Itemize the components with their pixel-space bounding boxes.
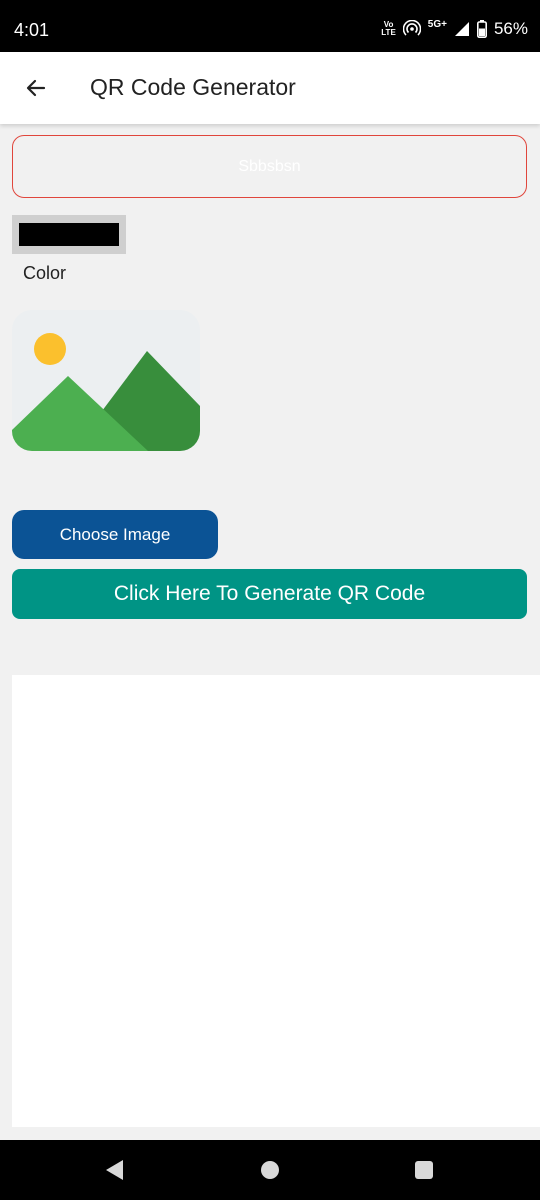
volte-icon: Vo LTE: [381, 20, 396, 37]
status-bar: 4:01 Vo LTE 5G+ 56%: [0, 0, 540, 52]
choose-image-button[interactable]: Choose Image: [12, 510, 218, 559]
battery-percentage: 56%: [493, 19, 528, 38]
image-preview: [12, 310, 200, 451]
qr-code-output: [12, 675, 540, 1127]
signal-icon: [454, 22, 469, 36]
status-time: 4:01: [14, 20, 50, 40]
arrow-back-icon: [26, 79, 46, 97]
color-picker-button[interactable]: [12, 215, 126, 254]
page-title: QR Code Generator: [90, 74, 296, 100]
hotspot-icon: [402, 20, 421, 36]
nav-back-button[interactable]: [100, 1156, 128, 1184]
nav-recents-button[interactable]: [410, 1156, 438, 1184]
selected-color-swatch: [19, 223, 119, 246]
color-label: Color: [23, 263, 67, 283]
app-bar: QR Code Generator: [0, 52, 540, 124]
image-placeholder-icon: [12, 333, 200, 451]
nav-back-icon: [106, 1160, 123, 1180]
battery-icon: [476, 20, 487, 38]
network-type: 5G+: [427, 18, 447, 30]
system-nav-bar: [0, 1140, 540, 1200]
generate-qr-button[interactable]: Click Here To Generate QR Code: [12, 569, 527, 619]
qr-text-input[interactable]: [12, 135, 527, 198]
back-button[interactable]: [20, 72, 52, 104]
status-icons: Vo LTE 5G+ 56%: [381, 19, 528, 39]
nav-recents-icon: [415, 1161, 433, 1179]
nav-home-icon: [261, 1161, 279, 1179]
nav-home-button[interactable]: [256, 1156, 284, 1184]
